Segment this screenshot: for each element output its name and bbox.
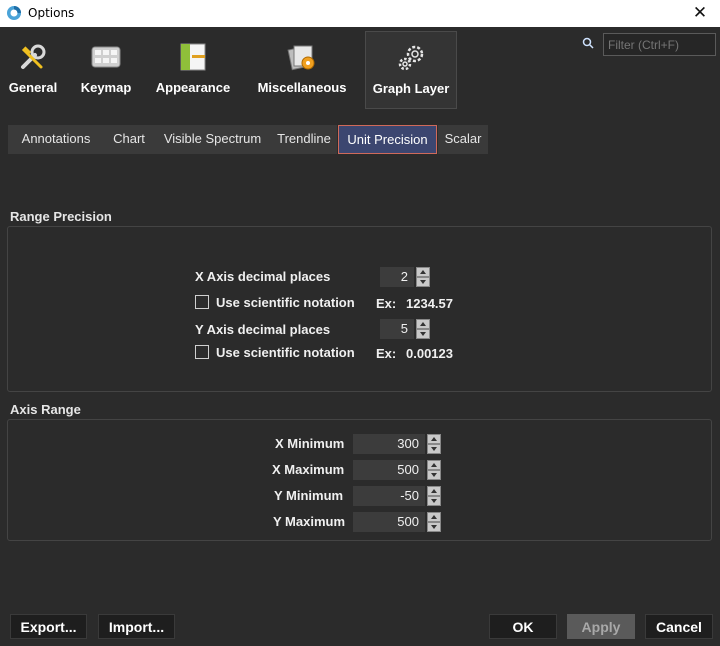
x-minimum-stepper[interactable]	[427, 434, 441, 454]
spin-down-icon[interactable]	[427, 522, 441, 532]
range-precision-panel	[7, 226, 712, 392]
y-maximum-stepper[interactable]	[427, 512, 441, 532]
app-logo-icon	[7, 6, 21, 20]
spin-up-icon[interactable]	[416, 319, 430, 329]
spin-down-icon[interactable]	[427, 444, 441, 454]
x-axis-scientific-checkbox[interactable]	[195, 295, 209, 309]
category-appearance[interactable]: Appearance	[146, 31, 240, 109]
layout-palette-icon	[180, 43, 206, 71]
y-minimum-input[interactable]: -50	[353, 486, 425, 506]
spin-up-icon[interactable]	[416, 267, 430, 277]
gears-icon	[398, 45, 424, 71]
spin-up-icon[interactable]	[427, 486, 441, 496]
x-axis-example-value: 1234.57	[406, 296, 453, 311]
axis-range-title: Axis Range	[10, 402, 81, 417]
search-icon	[582, 37, 594, 49]
x-axis-scientific-label: Use scientific notation	[216, 295, 355, 310]
category-miscellaneous[interactable]: Miscellaneous	[246, 31, 358, 109]
y-axis-example-label: Ex:	[376, 346, 397, 361]
y-maximum-label: Y Maximum	[273, 514, 346, 529]
y-axis-decimal-input[interactable]: 5	[380, 319, 414, 339]
tab-chart[interactable]: Chart	[104, 125, 154, 154]
tab-annotations[interactable]: Annotations	[8, 125, 104, 154]
spin-up-icon[interactable]	[427, 434, 441, 444]
x-axis-decimal-stepper[interactable]	[416, 267, 430, 287]
spin-down-icon[interactable]	[427, 470, 441, 480]
y-minimum-label: Y Minimum	[274, 488, 344, 503]
tab-visible-spectrum[interactable]: Visible Spectrum	[154, 125, 271, 154]
category-label: Graph Layer	[372, 81, 450, 96]
filter-input[interactable]	[603, 33, 716, 56]
x-minimum-label: X Minimum	[275, 436, 345, 451]
x-maximum-input[interactable]: 500	[353, 460, 425, 480]
cards-gear-icon	[287, 45, 315, 71]
y-axis-decimal-stepper[interactable]	[416, 319, 430, 339]
y-maximum-input[interactable]: 500	[353, 512, 425, 532]
category-label: Appearance	[155, 80, 231, 95]
y-axis-scientific-checkbox[interactable]	[195, 345, 209, 359]
window-title: Options	[28, 6, 75, 20]
y-axis-decimal-label: Y Axis decimal places	[195, 322, 331, 337]
export-button[interactable]: Export...	[10, 614, 87, 639]
apply-button[interactable]: Apply	[567, 614, 635, 639]
close-icon[interactable]: ✕	[690, 3, 710, 23]
ok-button[interactable]: OK	[489, 614, 557, 639]
spin-down-icon[interactable]	[416, 277, 430, 287]
spin-up-icon[interactable]	[427, 460, 441, 470]
y-axis-example-value: 0.00123	[406, 346, 453, 361]
cancel-button[interactable]: Cancel	[645, 614, 713, 639]
x-axis-example-label: Ex:	[376, 296, 397, 311]
spin-down-icon[interactable]	[427, 496, 441, 506]
y-minimum-stepper[interactable]	[427, 486, 441, 506]
spin-down-icon[interactable]	[416, 329, 430, 339]
category-label: Keymap	[80, 80, 132, 95]
x-maximum-stepper[interactable]	[427, 460, 441, 480]
y-axis-scientific-label: Use scientific notation	[216, 345, 355, 360]
keyboard-icon	[91, 46, 121, 68]
title-bar: Options ✕	[0, 0, 720, 27]
x-minimum-input[interactable]: 300	[353, 434, 425, 454]
tab-unit-precision[interactable]: Unit Precision	[338, 125, 437, 154]
tab-trendline[interactable]: Trendline	[271, 125, 337, 154]
tab-scalar[interactable]: Scalar	[438, 125, 488, 154]
category-graph-layer[interactable]: Graph Layer	[365, 31, 457, 109]
spin-up-icon[interactable]	[427, 512, 441, 522]
import-button[interactable]: Import...	[98, 614, 175, 639]
category-general[interactable]: General	[0, 31, 66, 109]
category-toolbar: General Keymap Appearance Miscellaneous	[0, 27, 720, 113]
category-keymap[interactable]: Keymap	[72, 31, 140, 109]
wrench-screwdriver-icon	[21, 44, 46, 69]
x-maximum-label: X Maximum	[272, 462, 345, 477]
category-label: Miscellaneous	[257, 80, 347, 95]
x-axis-decimal-input[interactable]: 2	[380, 267, 414, 287]
range-precision-title: Range Precision	[10, 209, 112, 224]
category-label: General	[8, 80, 58, 95]
x-axis-decimal-label: X Axis decimal places	[195, 269, 331, 284]
